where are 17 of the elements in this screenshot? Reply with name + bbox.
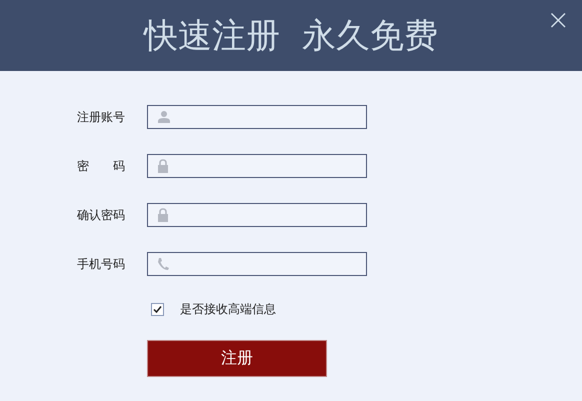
lock-icon — [157, 208, 169, 222]
input-field[interactable] — [147, 252, 367, 276]
checkbox-label: 是否接收高端信息 — [180, 301, 276, 318]
person-icon — [157, 110, 171, 124]
phone-icon — [157, 257, 169, 271]
input-field[interactable] — [147, 154, 367, 178]
field-label: 手机号码 — [77, 256, 126, 272]
field-label: 密 码 — [77, 158, 126, 174]
checkbox[interactable] — [151, 303, 164, 316]
input-field[interactable] — [147, 203, 367, 227]
header-title: 快速注册 永久免费 — [144, 14, 438, 58]
field-label: 确认密码 — [77, 206, 126, 224]
field-label: 注册账号 — [77, 108, 126, 126]
register-button[interactable]: 注册 — [147, 340, 327, 377]
lock-icon — [157, 159, 169, 173]
input-field[interactable] — [147, 105, 367, 129]
close-button[interactable]: × — [542, 6, 574, 34]
